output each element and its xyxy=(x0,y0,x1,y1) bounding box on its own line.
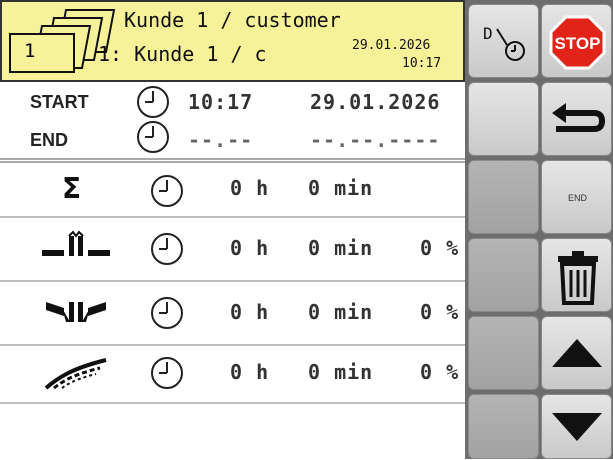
counter-row-total: Σ 0 h 0 min xyxy=(0,164,465,216)
stop-button[interactable]: STOP xyxy=(541,4,612,78)
counter-row-border: 0 h 0 min 0 % xyxy=(0,346,465,402)
row-divider xyxy=(0,402,465,404)
counter-hours: 0 h xyxy=(230,176,270,200)
counter-minutes: 0 min xyxy=(308,236,374,260)
counter-percent: 0 % xyxy=(420,300,460,324)
start-time: 10:17 xyxy=(188,90,254,114)
softkey-panel: D STOP END xyxy=(465,0,613,459)
times-divider xyxy=(0,158,465,163)
counter-hours: 0 h xyxy=(230,360,270,384)
border-spreading-icon xyxy=(44,358,107,390)
counter-hours: 0 h xyxy=(230,236,270,260)
customer-subtitle: 1: Kunde 1 / c xyxy=(98,42,267,66)
spreading-sides-icon xyxy=(46,302,106,322)
empty-softkey-1[interactable] xyxy=(468,82,539,156)
clock-icon xyxy=(151,297,183,329)
clock-icon xyxy=(151,175,183,207)
start-clock-icon xyxy=(137,86,169,118)
date-time-settings-button[interactable]: D xyxy=(468,4,539,78)
counter-minutes: 0 min xyxy=(308,176,374,200)
arrow-down-icon xyxy=(552,413,602,441)
clock-icon xyxy=(151,357,183,389)
end-time: --.-- xyxy=(188,128,254,152)
empty-softkey-5[interactable] xyxy=(468,394,539,459)
trash-icon xyxy=(558,251,598,305)
scroll-down-button[interactable] xyxy=(541,394,612,459)
folder-number: 1 xyxy=(24,40,36,62)
counter-percent: 0 % xyxy=(420,236,460,260)
date-clock-icon: D xyxy=(483,24,525,61)
end-button[interactable]: END xyxy=(541,160,612,234)
spreading-center-icon xyxy=(42,230,110,256)
scroll-up-button[interactable] xyxy=(541,316,612,390)
svg-text:D: D xyxy=(483,24,493,43)
empty-softkey-4[interactable] xyxy=(468,316,539,390)
end-date: --.--.---- xyxy=(310,128,441,152)
counter-percent: 0 % xyxy=(420,360,460,384)
back-button[interactable] xyxy=(541,82,612,156)
return-arrow-icon xyxy=(552,103,606,132)
customer-name: Kunde 1 / customer xyxy=(124,8,341,32)
counter-minutes: 0 min xyxy=(308,300,374,324)
counter-row-sides: 0 h 0 min 0 % xyxy=(0,282,465,344)
header-time: 10:17 xyxy=(402,56,442,71)
start-date: 29.01.2026 xyxy=(310,90,441,114)
clock-icon xyxy=(151,233,183,265)
end-label: END xyxy=(30,130,69,150)
counter-row-center: 0 h 0 min 0 % xyxy=(0,218,465,280)
stop-label: STOP xyxy=(555,34,601,53)
empty-softkey-2[interactable] xyxy=(468,160,539,234)
customer-header[interactable]: 1 Kunde 1 / customer 1: Kunde 1 / c 29.0… xyxy=(0,0,465,82)
end-button-label: END xyxy=(567,193,587,203)
sigma-total-icon: Σ xyxy=(62,172,82,205)
end-clock-icon xyxy=(137,121,169,153)
main-area: START 10:17 29.01.2026 END --.-- --.--.-… xyxy=(0,82,465,459)
start-label: START xyxy=(30,92,89,112)
stop-sign-icon: STOP xyxy=(549,15,606,70)
counter-minutes: 0 min xyxy=(308,360,374,384)
arrow-up-icon xyxy=(552,339,602,367)
counter-hours: 0 h xyxy=(230,300,270,324)
header-date: 29.01.2026 xyxy=(352,38,431,53)
delete-button[interactable] xyxy=(541,238,612,312)
empty-softkey-3[interactable] xyxy=(468,238,539,312)
